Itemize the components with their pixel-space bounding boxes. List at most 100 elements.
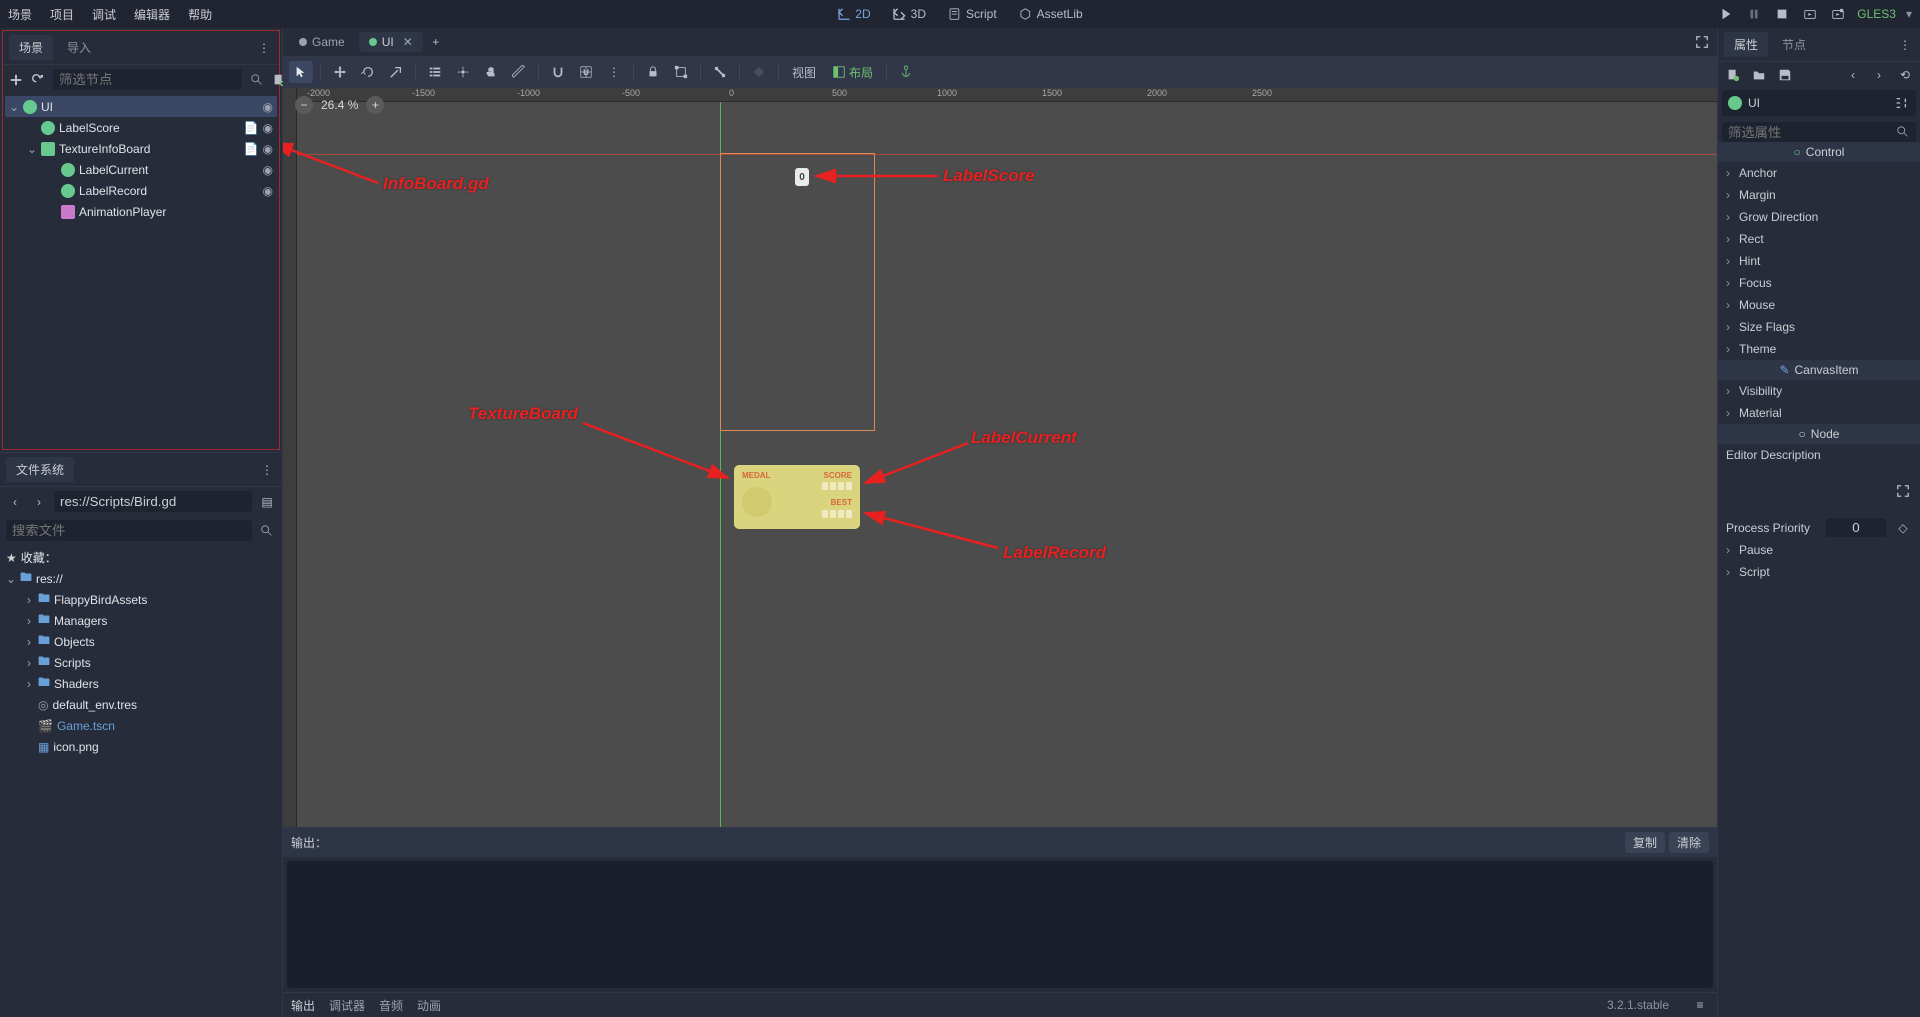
fs-file-default-env[interactable]: ◎default_env.tres (2, 694, 280, 715)
section-canvasitem[interactable]: ✎CanvasItem (1718, 360, 1920, 380)
search-files-input[interactable] (6, 520, 252, 541)
instance-scene-button[interactable] (31, 71, 45, 89)
node-label-score[interactable]: LabelScore 📄◉ (5, 117, 277, 138)
lock-icon[interactable] (641, 61, 665, 83)
texture-info-board-node[interactable]: MEDAL SCORE BEST (734, 465, 860, 529)
node-ui[interactable]: ⌄ UI ◉ (5, 96, 277, 117)
fs-folder-scripts[interactable]: ›🖿Scripts (2, 652, 280, 673)
zoom-out-button[interactable]: − (295, 96, 313, 114)
pause-button[interactable] (1745, 5, 1763, 23)
script-icon[interactable]: 📄 (244, 121, 259, 135)
pivot-tool-icon[interactable] (451, 61, 475, 83)
visibility-icon[interactable]: ◉ (263, 100, 273, 114)
scene-tab-game[interactable]: Game (289, 32, 355, 52)
fs-folder-shaders[interactable]: ›🖿Shaders (2, 673, 280, 694)
visibility-icon[interactable]: ◉ (263, 184, 273, 198)
fs-folder-objects[interactable]: ›🖿Objects (2, 631, 280, 652)
history-menu-icon[interactable]: ⟲ (1896, 66, 1914, 84)
bone-icon[interactable] (708, 61, 732, 83)
tab-animation[interactable]: 动画 (417, 997, 441, 1014)
save-resource-icon[interactable] (1776, 66, 1794, 84)
search-icon[interactable] (250, 71, 264, 89)
renderer-dropdown-icon[interactable]: ▾ (1906, 7, 1912, 21)
distraction-free-icon[interactable] (1894, 482, 1912, 500)
canvas-viewport[interactable]: -2000 -1500 -1000 -500 0 500 1000 1500 2… (283, 88, 1717, 827)
play-custom-scene-button[interactable] (1829, 5, 1847, 23)
visibility-icon[interactable]: ◉ (263, 142, 273, 156)
menu-debug[interactable]: 调试 (92, 6, 116, 23)
layout-menu-button[interactable]: 布局 (826, 61, 879, 83)
prop-focus[interactable]: ›Focus (1718, 272, 1920, 294)
dock-options-icon[interactable]: ⋮ (255, 39, 273, 57)
add-tab-button[interactable]: + (427, 33, 445, 51)
tab-node[interactable]: 节点 (1772, 32, 1816, 57)
prop-script[interactable]: ›Script (1718, 561, 1920, 583)
dock-options-icon[interactable]: ⋮ (1896, 36, 1914, 54)
tab-import[interactable]: 导入 (57, 35, 101, 60)
section-node[interactable]: ○Node (1718, 424, 1920, 444)
fs-root[interactable]: ⌄🖿res:// (2, 568, 280, 589)
prop-anchor[interactable]: ›Anchor (1718, 162, 1920, 184)
close-tab-icon[interactable]: ✕ (403, 35, 413, 49)
renderer-label[interactable]: GLES3 (1857, 7, 1896, 21)
spinner-icon[interactable]: ◇ (1894, 519, 1912, 537)
ruler-tool-icon[interactable] (507, 61, 531, 83)
extra-options-icon[interactable] (1892, 94, 1910, 112)
tab-debugger[interactable]: 调试器 (329, 997, 365, 1014)
snap-options-icon[interactable]: ⋮ (602, 61, 626, 83)
prop-pause[interactable]: ›Pause (1718, 539, 1920, 561)
process-priority-input[interactable] (1826, 518, 1886, 537)
distraction-free-icon[interactable] (1693, 33, 1711, 51)
nav-forward-icon[interactable]: › (30, 493, 48, 511)
prop-process-priority[interactable]: Process Priority ◇ (1718, 516, 1920, 539)
node-animation-player[interactable]: AnimationPlayer (5, 201, 277, 222)
section-control[interactable]: ○Control (1718, 142, 1920, 162)
play-button[interactable] (1717, 5, 1735, 23)
prop-hint[interactable]: ›Hint (1718, 250, 1920, 272)
prop-sizeflags[interactable]: ›Size Flags (1718, 316, 1920, 338)
copy-button[interactable]: 复制 (1625, 832, 1665, 853)
new-resource-icon[interactable] (1724, 66, 1742, 84)
rotate-tool-icon[interactable] (356, 61, 380, 83)
fs-favorites[interactable]: ★收藏： (2, 547, 280, 568)
menu-scene[interactable]: 场景 (8, 6, 32, 23)
nav-back-icon[interactable]: ‹ (6, 493, 24, 511)
prop-visibility[interactable]: ›Visibility (1718, 380, 1920, 402)
node-label-current[interactable]: LabelCurrent ◉ (5, 159, 277, 180)
menu-help[interactable]: 帮助 (188, 6, 212, 23)
play-scene-button[interactable] (1801, 5, 1819, 23)
tab-audio[interactable]: 音频 (379, 997, 403, 1014)
group-icon[interactable] (669, 61, 693, 83)
scale-tool-icon[interactable] (384, 61, 408, 83)
add-node-button[interactable] (9, 71, 23, 89)
dock-options-icon[interactable]: ⋮ (258, 461, 276, 479)
workspace-2d-button[interactable]: 2D (829, 4, 878, 24)
search-icon[interactable] (1894, 123, 1912, 141)
prop-editor-desc[interactable]: Editor Description (1718, 444, 1920, 466)
tab-scene[interactable]: 场景 (9, 35, 53, 60)
list-select-icon[interactable] (423, 61, 447, 83)
fs-folder-managers[interactable]: ›🖿Managers (2, 610, 280, 631)
fs-file-game-tscn[interactable]: 🎬Game.tscn (2, 715, 280, 736)
path-input[interactable] (54, 491, 252, 512)
visibility-icon[interactable]: ◉ (263, 121, 273, 135)
fs-file-icon-png[interactable]: ▦icon.png (2, 736, 280, 757)
history-back-icon[interactable]: ‹ (1844, 66, 1862, 84)
workspace-3d-button[interactable]: 3D (885, 4, 934, 24)
menu-project[interactable]: 项目 (50, 6, 74, 23)
script-icon[interactable]: 📄 (244, 142, 259, 156)
tab-inspector[interactable]: 属性 (1724, 32, 1768, 57)
clear-button[interactable]: 清除 (1669, 832, 1709, 853)
prop-theme[interactable]: ›Theme (1718, 338, 1920, 360)
history-forward-icon[interactable]: › (1870, 66, 1888, 84)
label-score-node[interactable]: 0 (795, 168, 809, 186)
prop-grow[interactable]: ›Grow Direction (1718, 206, 1920, 228)
ui-control-rect[interactable] (720, 153, 875, 431)
menu-editor[interactable]: 编辑器 (134, 6, 170, 23)
tab-output[interactable]: 输出 (291, 997, 315, 1014)
prop-mouse[interactable]: ›Mouse (1718, 294, 1920, 316)
stop-button[interactable] (1773, 5, 1791, 23)
filter-nodes-input[interactable] (53, 69, 242, 90)
node-texture-info-board[interactable]: ⌄ TextureInfoBoard 📄◉ (5, 138, 277, 159)
prop-material[interactable]: ›Material (1718, 402, 1920, 424)
